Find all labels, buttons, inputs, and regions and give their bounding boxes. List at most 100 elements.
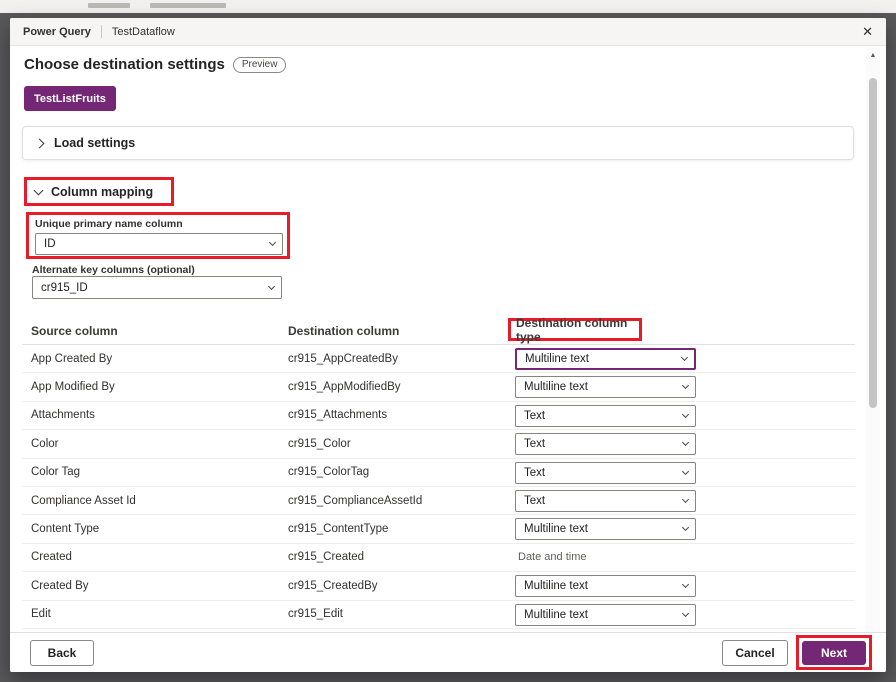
chevron-down-icon <box>682 411 689 418</box>
dialog-header: Power Query TestDataflow ✕ <box>10 18 886 46</box>
source-column-value: Content Type <box>31 523 99 535</box>
destination-type-value: Text <box>524 467 545 479</box>
destination-type-dropdown[interactable]: Multiline text <box>515 575 696 597</box>
destination-column-value: cr915_AppCreatedBy <box>288 353 398 365</box>
scrollbar[interactable]: ▲ ▼ <box>866 48 880 648</box>
source-column-value: Color <box>31 438 58 450</box>
destination-type-dropdown[interactable]: Text <box>515 433 696 455</box>
destination-column-value: cr915_CreatedBy <box>288 580 378 592</box>
column-mapping-section[interactable]: Column mapping <box>51 185 153 199</box>
chevron-down-icon <box>682 382 689 389</box>
source-column-value: Edit <box>31 608 51 620</box>
chevron-down-icon <box>682 496 689 503</box>
power-query-dialog: Power Query TestDataflow ✕ Choose destin… <box>10 18 886 672</box>
source-column-value: Compliance Asset Id <box>31 495 136 507</box>
chevron-down-icon <box>268 282 275 289</box>
table-row: App Modified By cr915_AppModifiedBy Multil… <box>22 373 855 401</box>
source-column-value: App Modified By <box>31 381 115 393</box>
primary-key-label: Unique primary name column <box>35 218 281 230</box>
dataflow-tab[interactable]: TestDataflow <box>112 26 175 38</box>
page-behind-top-edge <box>0 0 896 13</box>
mapping-rows: App Created By cr915_AppCreatedBy Multilin… <box>22 345 855 629</box>
chevron-down-icon <box>682 468 689 475</box>
destination-type-value: Multiline text <box>524 523 588 535</box>
dialog-footer: Back Cancel Next <box>10 632 886 672</box>
source-column-value: Created <box>31 551 72 563</box>
chevron-down-icon <box>682 581 689 588</box>
source-column-header: Source column <box>31 324 118 338</box>
table-row: App Created By cr915_AppCreatedBy Multilin… <box>22 345 855 373</box>
table-row: Content Type cr915_ContentType Multiline t… <box>22 515 855 543</box>
destination-type-dropdown[interactable]: Text <box>515 405 696 427</box>
chevron-down-icon <box>681 354 688 361</box>
destination-type-dropdown[interactable]: Multiline text <box>515 604 696 626</box>
chevron-down-icon <box>269 239 276 246</box>
alternate-key-dropdown[interactable]: cr915_ID <box>32 276 282 299</box>
source-column-value: Created By <box>31 580 89 592</box>
chevron-down-icon <box>682 524 689 531</box>
table-row: Created By cr915_CreatedBy Multiline text <box>22 572 855 600</box>
source-column-value: App Created By <box>31 353 112 365</box>
chevron-right-icon <box>35 138 45 148</box>
destination-type-header: Destination column type <box>516 316 634 344</box>
destination-type-dropdown[interactable]: Multiline text <box>515 348 696 370</box>
mapping-table-header: Source column Destination column Destina… <box>22 318 855 345</box>
destination-column-value: cr915_ContentType <box>288 523 388 535</box>
destination-column-header: Destination column <box>288 324 399 338</box>
scrollbar-up-icon[interactable]: ▲ <box>866 52 880 59</box>
scrollbar-thumb[interactable] <box>869 78 877 408</box>
destination-type-dropdown[interactable]: Multiline text <box>515 376 696 398</box>
page-title: Choose destination settings <box>24 56 225 73</box>
destination-type-value: Multiline text <box>524 381 588 393</box>
next-button-annotation: Next <box>796 635 872 670</box>
title-row: Choose destination settings Preview <box>24 56 286 73</box>
header-divider <box>101 25 102 38</box>
destination-column-value: cr915_Edit <box>288 608 343 620</box>
load-settings-label: Load settings <box>54 136 135 150</box>
destination-type-readonly: Date and time <box>518 551 586 563</box>
table-row: Attachments cr915_Attachments Text <box>22 402 855 430</box>
chevron-down-icon <box>34 185 44 195</box>
destination-column-value: cr915_ColorTag <box>288 466 369 478</box>
destination-type-annotation: Destination column type <box>508 318 642 341</box>
destination-type-value: Multiline text <box>524 609 588 621</box>
primary-key-value: ID <box>44 238 56 250</box>
table-row: Color cr915_Color Text <box>22 430 855 458</box>
app-title: Power Query <box>23 26 91 38</box>
primary-key-dropdown[interactable]: ID <box>35 233 283 255</box>
close-icon[interactable]: ✕ <box>862 25 873 38</box>
table-row: Edit cr915_Edit Multiline text <box>22 601 855 629</box>
table-row: Compliance Asset Id cr915_ComplianceAsset… <box>22 487 855 515</box>
destination-type-dropdown[interactable]: Multiline text <box>515 518 696 540</box>
destination-column-value: cr915_Attachments <box>288 409 387 421</box>
destination-type-dropdown[interactable]: Text <box>515 462 696 484</box>
page-behind-fragment <box>88 3 130 8</box>
destination-type-value: Text <box>524 410 545 422</box>
chevron-down-icon <box>682 609 689 616</box>
back-button[interactable]: Back <box>30 640 94 666</box>
alternate-key-label: Alternate key columns (optional) <box>32 264 195 276</box>
load-settings-section[interactable]: Load settings <box>22 126 854 160</box>
column-mapping-annotation: Column mapping <box>24 177 174 206</box>
destination-column-value: cr915_Color <box>288 438 351 450</box>
destination-column-value: cr915_Created <box>288 551 364 563</box>
entity-badge-testlistfruits[interactable]: TestListFruits <box>24 86 116 111</box>
table-row: Created cr915_Created Date and time <box>22 544 855 572</box>
destination-type-dropdown[interactable]: Text <box>515 490 696 512</box>
preview-badge: Preview <box>233 57 287 73</box>
destination-type-value: Text <box>524 438 545 450</box>
screen: Power Query TestDataflow ✕ Choose destin… <box>0 0 896 682</box>
table-row: Color Tag cr915_ColorTag Text <box>22 459 855 487</box>
primary-key-annotation: Unique primary name column ID <box>26 212 290 259</box>
destination-type-value: Multiline text <box>524 580 588 592</box>
source-column-value: Color Tag <box>31 466 80 478</box>
destination-column-value: cr915_AppModifiedBy <box>288 381 401 393</box>
destination-column-value: cr915_ComplianceAssetId <box>288 495 422 507</box>
next-button[interactable]: Next <box>802 641 866 665</box>
alternate-key-value: cr915_ID <box>41 282 88 294</box>
chevron-down-icon <box>682 439 689 446</box>
page-behind-fragment <box>150 3 226 8</box>
cancel-button[interactable]: Cancel <box>722 640 788 666</box>
destination-type-value: Multiline text <box>525 353 589 365</box>
source-column-value: Attachments <box>31 409 95 421</box>
